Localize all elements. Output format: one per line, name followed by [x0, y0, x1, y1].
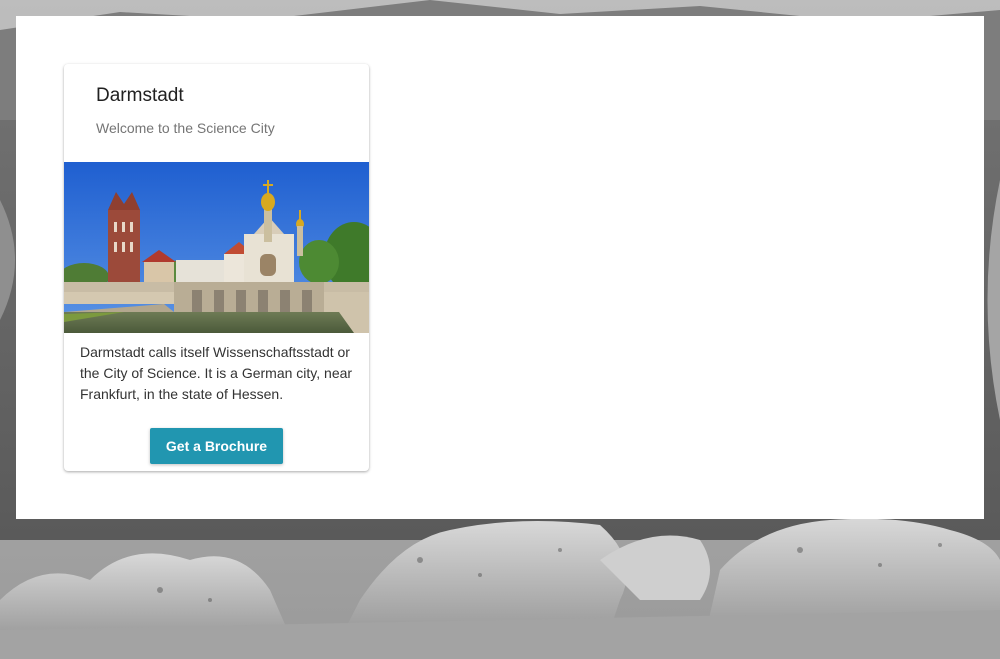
card-photo-darmstadt [64, 162, 369, 333]
card-description: Darmstadt calls itself Wissenschaftsstad… [80, 344, 353, 402]
content-panel: Darmstadt Welcome to the Science City Da… [16, 16, 984, 519]
city-card: Darmstadt Welcome to the Science City Da… [64, 64, 369, 471]
card-header: Darmstadt Welcome to the Science City [64, 64, 369, 162]
card-subtitle: Welcome to the Science City [96, 120, 275, 136]
get-brochure-button[interactable]: Get a Brochure [149, 428, 284, 464]
card-title: Darmstadt [96, 85, 184, 106]
card-actions: Get a Brochure [64, 419, 369, 464]
